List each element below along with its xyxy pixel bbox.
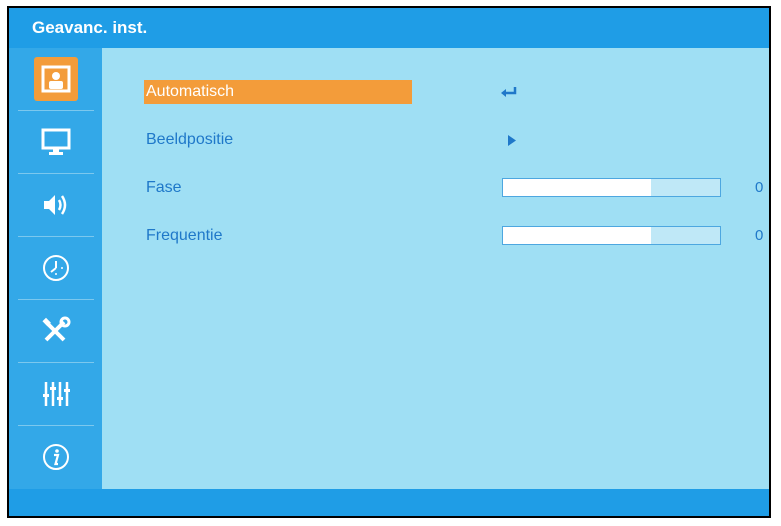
- menu-item-beeldpositie[interactable]: Beeldpositie: [144, 128, 764, 154]
- menu-item-frequentie[interactable]: Frequentie 0: [144, 224, 769, 250]
- clock-icon: [34, 246, 78, 290]
- sidebar-item-timer[interactable]: [9, 237, 102, 298]
- enter-icon: [500, 85, 518, 103]
- tools-icon: [34, 309, 78, 353]
- fase-value: 0: [755, 179, 764, 196]
- menu-item-label: Beeldpositie: [146, 131, 234, 148]
- info-icon: [34, 435, 78, 479]
- frequentie-slider[interactable]: [502, 226, 721, 245]
- sidebar: [9, 48, 102, 489]
- sidebar-item-audio[interactable]: [9, 174, 102, 235]
- sidebar-item-info[interactable]: [9, 426, 102, 487]
- equalizer-icon: [34, 372, 78, 416]
- menu-item-label: Automatisch: [144, 80, 412, 104]
- menu-item-fase[interactable]: Fase 0: [144, 176, 769, 202]
- slider-fill: [503, 179, 651, 196]
- title-bar: Geavanc. inst.: [9, 8, 769, 48]
- osd-frame: Geavanc. inst. Automatisch Beeldpositie …: [7, 6, 771, 518]
- sidebar-item-user[interactable]: [9, 48, 102, 109]
- menu-title: Geavanc. inst.: [32, 18, 148, 37]
- speaker-icon: [34, 183, 78, 227]
- menu-item-label: Fase: [146, 179, 182, 196]
- menu-item-label: Frequentie: [146, 227, 223, 244]
- chevron-right-icon: [507, 134, 517, 152]
- sidebar-item-advanced[interactable]: [9, 363, 102, 424]
- monitor-icon: [34, 120, 78, 164]
- settings-pane: Automatisch Beeldpositie Fase 0 Frequent…: [102, 48, 769, 489]
- sidebar-item-display[interactable]: [9, 111, 102, 172]
- frequentie-value: 0: [755, 227, 764, 244]
- user-icon: [33, 56, 78, 101]
- menu-item-automatisch[interactable]: Automatisch: [144, 80, 764, 106]
- sidebar-item-settings[interactable]: [9, 300, 102, 361]
- status-bar: [9, 489, 769, 516]
- slider-fill: [503, 227, 651, 244]
- osd-panel: Geavanc. inst. Automatisch Beeldpositie …: [9, 8, 769, 516]
- fase-slider[interactable]: [502, 178, 721, 197]
